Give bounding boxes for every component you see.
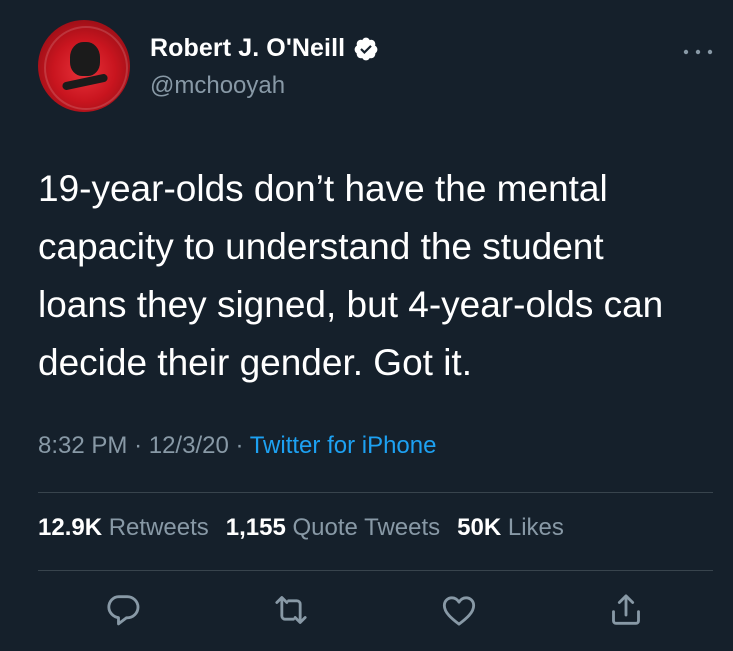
share-icon[interactable]: [606, 590, 646, 630]
verified-badge-icon: [353, 36, 379, 62]
tweet-card: Robert J. O'Neill @mchooyah 19-year-olds…: [0, 0, 733, 651]
retweets-label: Retweets: [108, 514, 209, 541]
tweet-text: 19-year-olds don’t have the mental capac…: [38, 168, 664, 383]
likes-count: 50K: [457, 514, 502, 541]
avatar-skull-graphic: [70, 42, 100, 76]
likes-label: Likes: [507, 514, 564, 541]
tweet-header: Robert J. O'Neill @mchooyah: [38, 20, 718, 114]
display-name: Robert J. O'Neill: [150, 34, 346, 62]
engagement-stats: 12.9K Retweets 1,155 Quote Tweets 50K Li…: [38, 514, 581, 542]
quote-tweets-label: Quote Tweets: [292, 514, 441, 541]
meta-separator: ·: [134, 432, 143, 459]
retweet-icon[interactable]: [271, 590, 311, 630]
tweet-metadata: 8:32 PM · 12/3/20 · Twitter for iPhone: [38, 432, 436, 460]
reply-icon[interactable]: [103, 590, 143, 630]
quote-tweets-count: 1,155: [225, 514, 286, 541]
user-handle[interactable]: @mchooyah: [150, 72, 285, 100]
more-options-icon[interactable]: [678, 42, 718, 62]
quote-tweets-stat[interactable]: 1,155 Quote Tweets: [226, 514, 440, 542]
tweet-date[interactable]: 12/3/20: [149, 432, 229, 459]
divider-bottom: [38, 570, 713, 571]
retweets-count: 12.9K: [38, 514, 103, 541]
avatar[interactable]: [38, 20, 130, 112]
likes-stat[interactable]: 50K Likes: [457, 514, 564, 542]
heart-icon[interactable]: [439, 590, 479, 630]
tweet-time[interactable]: 8:32 PM: [38, 432, 127, 459]
display-name-row[interactable]: Robert J. O'Neill: [150, 34, 379, 63]
tweet-source-link[interactable]: Twitter for iPhone: [250, 432, 437, 459]
meta-separator: ·: [235, 432, 244, 459]
tweet-actions-bar: [0, 590, 733, 630]
divider-top: [38, 492, 713, 493]
retweets-stat[interactable]: 12.9K Retweets: [38, 514, 209, 542]
